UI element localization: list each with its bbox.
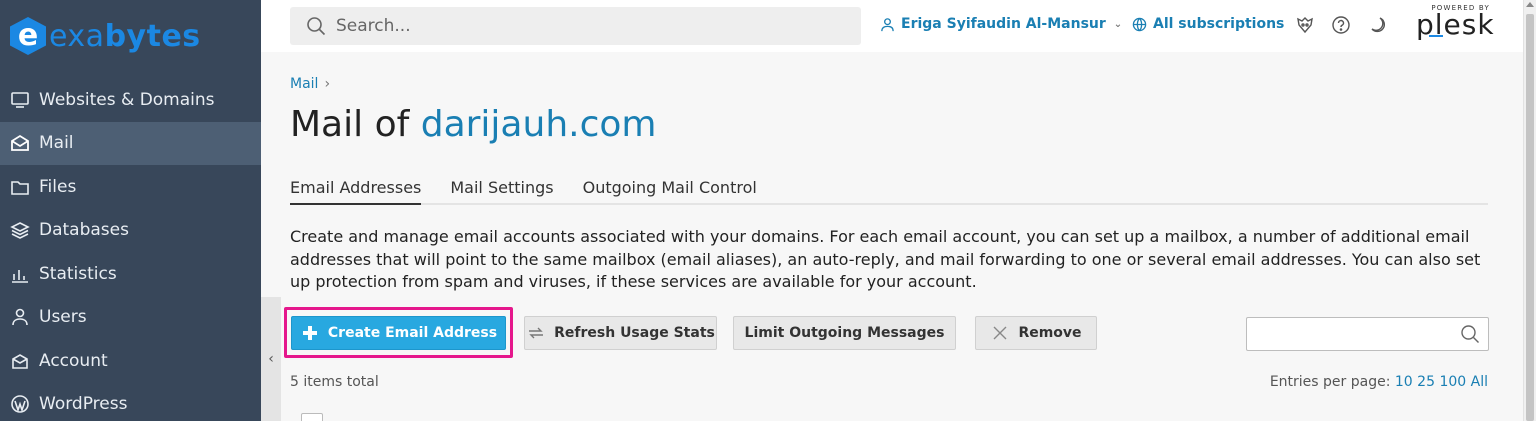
sidebar-item-files[interactable]: Files [0, 165, 261, 209]
sidebar-item-label: WordPress [39, 394, 128, 415]
extensions-icon[interactable] [1295, 15, 1315, 35]
breadcrumb: Mail › [290, 76, 330, 92]
exabytes-logo[interactable]: e exabytes [0, 0, 261, 72]
monitor-icon [11, 91, 29, 108]
refresh-usage-stats-button[interactable]: Refresh Usage Stats [524, 316, 717, 350]
tab-mail-settings[interactable]: Mail Settings [450, 175, 553, 205]
remove-button-label: Remove [1018, 325, 1082, 341]
subscriptions-label: All subscriptions [1153, 16, 1285, 32]
plesk-wordmark: plesk [1416, 8, 1495, 41]
limit-outgoing-messages-button[interactable]: Limit Outgoing Messages [733, 316, 956, 350]
scroll-up-arrow-icon[interactable] [1526, 2, 1534, 7]
entries-label: Entries per page: [1269, 374, 1395, 390]
breadcrumb-separator: › [324, 76, 331, 92]
wordpress-icon [11, 395, 29, 414]
sidebar-item-users[interactable]: Users [0, 296, 261, 340]
sidebar-item-label: Mail [39, 133, 74, 154]
list-search-input[interactable] [1246, 317, 1489, 351]
envelope-icon [11, 135, 29, 152]
help-icon[interactable] [1331, 15, 1351, 35]
limit-button-label: Limit Outgoing Messages [744, 325, 945, 341]
sidebar-item-label: Account [39, 350, 108, 371]
user-icon [881, 17, 894, 31]
sidebar-item-wordpress[interactable]: WordPress [0, 383, 261, 421]
bar-chart-icon [12, 269, 28, 283]
sidebar-item-label: Websites & Domains [39, 89, 215, 110]
globe-icon [1132, 17, 1147, 31]
user-icon [12, 308, 28, 326]
select-all-checkbox[interactable] [301, 413, 323, 421]
global-search-input[interactable]: Search... [290, 7, 861, 45]
account-icon [12, 353, 28, 369]
dark-mode-moon-icon[interactable] [1367, 15, 1387, 35]
sidebar-item-websites-domains[interactable]: Websites & Domains [0, 78, 261, 122]
entries-option-all[interactable]: All [1471, 374, 1488, 390]
page-scrollbar[interactable] [1523, 0, 1536, 421]
sidebar-item-account[interactable]: Account [0, 339, 261, 383]
refresh-icon [529, 327, 544, 339]
logo-mark-icon: e [10, 17, 46, 55]
entries-per-page: Entries per page: 10 25 100 All [1270, 374, 1488, 390]
chevron-down-icon: ⌄ [1113, 18, 1123, 30]
entries-option-25[interactable]: 25 [1417, 374, 1435, 390]
sidebar-item-label: Users [39, 307, 87, 328]
sidebar-item-label: Statistics [39, 263, 117, 284]
entries-option-100[interactable]: 100 [1439, 374, 1466, 390]
folder-icon [11, 180, 29, 195]
sidebar-collapse-toggle[interactable]: ‹ [261, 297, 281, 421]
sidebar-item-mail[interactable]: Mail [0, 121, 261, 165]
page-description: Create and manage email accounts associa… [290, 227, 1481, 291]
logo-text-a: exa [49, 18, 105, 54]
logo-text-b: bytes [104, 18, 201, 54]
refresh-button-label: Refresh Usage Stats [554, 325, 715, 341]
breadcrumb-link-mail[interactable]: Mail [290, 76, 318, 92]
tab-email-addresses[interactable]: Email Addresses [290, 175, 422, 205]
page-title: Mail of darijauh.com [290, 104, 656, 145]
database-icon [10, 222, 30, 240]
remove-button[interactable]: Remove [975, 316, 1097, 350]
sidebar-item-databases[interactable]: Databases [0, 209, 261, 253]
close-icon [993, 326, 1007, 340]
page-title-prefix: Mail of [290, 104, 421, 145]
tab-outgoing-mail-control[interactable]: Outgoing Mail Control [583, 175, 757, 205]
plesk-logo: POWERED BY plesk [1416, 4, 1495, 41]
page-title-domain[interactable]: darijauh.com [421, 104, 657, 145]
subscriptions-selector[interactable]: All subscriptions [1132, 16, 1284, 32]
tab-bar: Email Addresses Mail Settings Outgoing M… [290, 175, 1488, 205]
search-icon [1461, 325, 1479, 343]
highlight-annotation-box [284, 307, 513, 358]
scrollbar-thumb[interactable] [1526, 14, 1534, 421]
items-total: 5 items total [290, 374, 379, 390]
user-menu[interactable]: Eriga Syifaudin Al-Mansur ⌄ [880, 16, 1122, 32]
sidebar: e exabytes Websites & Domains Mail Files… [0, 0, 261, 421]
entries-option-10[interactable]: 10 [1395, 374, 1413, 390]
search-placeholder: Search... [336, 16, 411, 36]
user-name: Eriga Syifaudin Al-Mansur [901, 16, 1106, 32]
sidebar-item-statistics[interactable]: Statistics [0, 252, 261, 296]
sidebar-item-label: Databases [39, 220, 129, 241]
search-icon [307, 17, 326, 36]
sidebar-item-label: Files [39, 176, 77, 197]
top-header: Search... Eriga Syifaudin Al-Mansur ⌄ Al… [261, 0, 1523, 52]
